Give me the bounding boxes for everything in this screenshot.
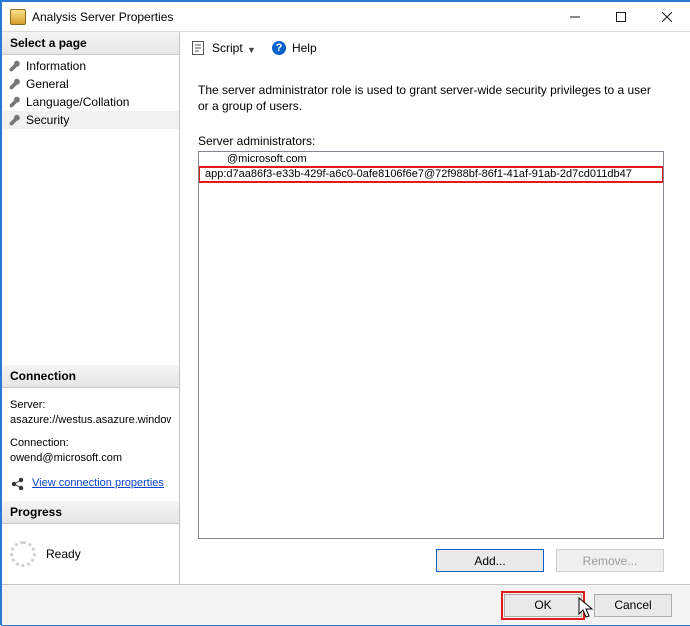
progress-panel: Ready <box>2 524 179 584</box>
cancel-button[interactable]: Cancel <box>594 594 672 617</box>
right-panel: Script ▼ ? Help The server administrator… <box>180 32 690 584</box>
app-icon <box>10 9 26 25</box>
remove-button[interactable]: Remove... <box>556 549 664 572</box>
script-icon <box>190 40 206 56</box>
window-title: Analysis Server Properties <box>32 10 552 24</box>
page-item-label: Information <box>26 58 86 74</box>
view-connection-properties-link[interactable]: View connection properties <box>32 476 164 491</box>
page-list: Information General Language/Collation Secu… <box>2 55 179 365</box>
progress-spinner-icon <box>10 541 36 567</box>
page-item-general[interactable]: General <box>2 75 179 93</box>
description-text: The server administrator role is used to… <box>198 82 664 114</box>
dialog-footer: OK Cancel <box>2 584 690 625</box>
connection-header: Connection <box>2 365 179 388</box>
close-button[interactable] <box>644 2 690 31</box>
wrench-icon <box>8 77 22 91</box>
wrench-icon <box>8 59 22 73</box>
connection-panel: Server: asazure://westus.asazure.windows… <box>2 388 179 501</box>
wrench-icon <box>8 113 22 127</box>
page-item-label: Security <box>26 112 69 128</box>
admin-list-label: Server administrators: <box>198 134 664 148</box>
script-label: Script <box>212 41 243 55</box>
page-item-security[interactable]: Security <box>2 111 179 129</box>
select-page-header: Select a page <box>2 32 179 55</box>
ok-button[interactable]: OK <box>504 594 582 617</box>
left-panel: Select a page Information General Language… <box>2 32 180 584</box>
help-icon: ? <box>272 41 286 55</box>
progress-header: Progress <box>2 501 179 524</box>
toolbar: Script ▼ ? Help <box>180 32 690 64</box>
server-label: Server: <box>10 398 171 413</box>
content-area: The server administrator role is used to… <box>180 64 690 584</box>
window-controls <box>552 2 690 31</box>
connection-label: Connection: <box>10 436 171 451</box>
admin-list-item[interactable]: app:d7aa86f3-e33b-429f-a6c0-0afe8106f6e7… <box>199 167 663 182</box>
minimize-button[interactable] <box>552 2 598 31</box>
titlebar: Analysis Server Properties <box>2 2 690 32</box>
connection-value: owend@microsoft.com <box>10 451 171 466</box>
server-admin-list[interactable]: @microsoft.comapp:d7aa86f3-e33b-429f-a6c… <box>198 151 664 539</box>
add-button[interactable]: Add... <box>436 549 544 572</box>
maximize-button[interactable] <box>598 2 644 31</box>
connection-properties-icon <box>10 477 26 491</box>
wrench-icon <box>8 95 22 109</box>
page-item-information[interactable]: Information <box>2 57 179 75</box>
progress-text: Ready <box>46 547 81 561</box>
script-dropdown-icon: ▼ <box>247 45 256 55</box>
page-item-label: Language/Collation <box>26 94 129 110</box>
page-item-language-collation[interactable]: Language/Collation <box>2 93 179 111</box>
help-button[interactable]: Help <box>292 41 317 55</box>
page-item-label: General <box>26 76 69 92</box>
script-button[interactable]: Script ▼ <box>212 41 256 55</box>
server-value: asazure://westus.asazure.windows <box>10 413 171 428</box>
admin-list-item[interactable]: @microsoft.com <box>199 152 663 167</box>
